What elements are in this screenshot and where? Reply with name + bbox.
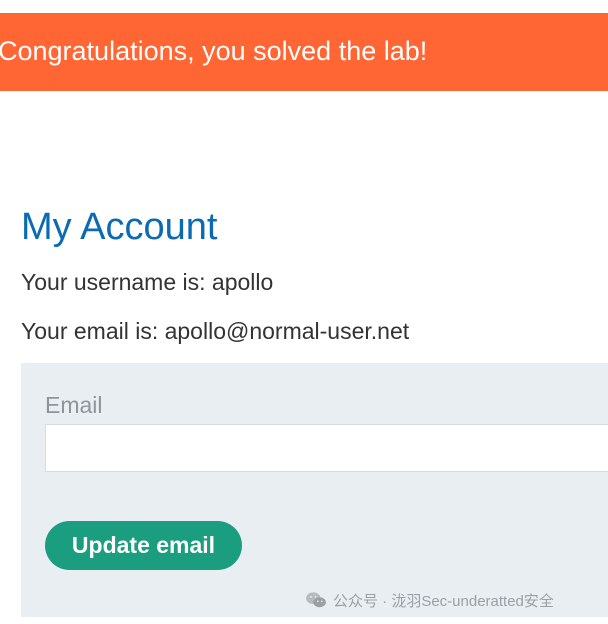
watermark: 公众号 · 泷羽Sec-underatted安全 <box>305 589 554 611</box>
update-email-button[interactable]: Update email <box>45 521 242 570</box>
page-title: My Account <box>21 206 218 248</box>
email-label: Email <box>45 392 103 418</box>
change-email-form: Email Update email 公众号 · 泷羽Sec-underatte… <box>21 363 608 617</box>
lab-solved-message: Congratulations, you solved the lab! <box>0 36 428 66</box>
email-field[interactable] <box>45 424 608 472</box>
username-text: Your username is: apollo <box>21 269 274 295</box>
lab-solved-banner: Congratulations, you solved the lab! <box>0 13 608 91</box>
email-text: Your email is: apollo@normal-user.net <box>21 318 410 344</box>
watermark-text: 公众号 · 泷羽Sec-underatted安全 <box>333 592 554 610</box>
wechat-icon <box>306 592 326 608</box>
